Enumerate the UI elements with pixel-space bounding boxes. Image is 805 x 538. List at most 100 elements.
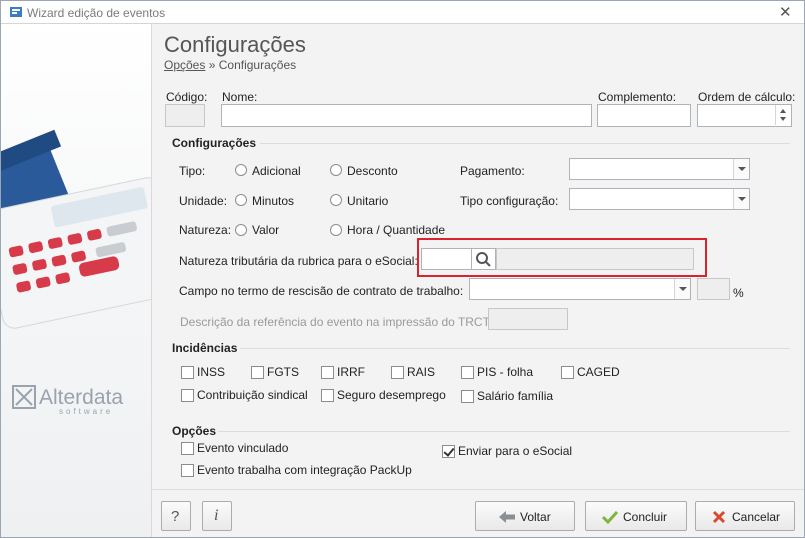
spin-buttons[interactable] — [775, 105, 791, 125]
codigo-field — [165, 104, 205, 127]
section-incidencias: Incidências — [172, 341, 238, 355]
voltar-label: Voltar — [520, 510, 551, 524]
alterdata-logo-icon — [12, 385, 36, 409]
brand-name: Alterdata — [39, 386, 123, 409]
nome-field[interactable] — [221, 104, 592, 127]
arrow-left-icon — [499, 511, 515, 523]
campo-trct-select[interactable] — [469, 278, 691, 300]
divider — [260, 143, 790, 144]
checkbox-pis-folha-label: PIS - folha — [477, 365, 534, 379]
search-button[interactable] — [472, 248, 496, 270]
checkbox-seguro-desemprego-label: Seguro desemprego — [337, 388, 446, 402]
search-icon — [476, 252, 491, 267]
breadcrumb-current: Configurações — [218, 58, 297, 72]
percent-field — [697, 278, 730, 300]
natureza-tributaria-label: Natureza tributária da rubrica para o eS… — [179, 254, 418, 268]
section-configuracoes: Configurações — [172, 136, 257, 150]
cancelar-label: Cancelar — [732, 510, 781, 524]
pagamento-label: Pagamento: — [460, 164, 525, 178]
radio-desconto-label: Desconto — [347, 164, 398, 178]
cancel-icon — [712, 510, 726, 524]
chevron-down-icon[interactable] — [674, 279, 690, 299]
campo-trct-label: Campo no termo de rescisão de contrato d… — [179, 284, 464, 298]
window-title: Wizard edição de eventos — [27, 6, 166, 20]
breadcrumb: Opções » Configurações — [164, 58, 296, 72]
app-icon — [10, 7, 22, 17]
footer-divider — [152, 489, 804, 490]
breadcrumb-sep: » — [208, 58, 216, 72]
divider — [218, 431, 790, 432]
radio-valor[interactable] — [235, 224, 247, 236]
radio-minutos[interactable] — [235, 194, 247, 206]
natureza-label: Natureza: — [179, 223, 232, 237]
checkbox-irrf-label: IRRF — [337, 365, 365, 379]
radio-adicional[interactable] — [235, 164, 247, 176]
info-icon: i — [214, 507, 219, 524]
natureza-tributaria-description — [496, 248, 694, 270]
breadcrumb-link-opcoes[interactable]: Opções — [164, 58, 205, 72]
checkbox-irrf[interactable] — [321, 366, 334, 379]
pagamento-select[interactable] — [569, 158, 750, 180]
checkbox-seguro-desemprego[interactable] — [321, 389, 334, 402]
percent-label: % — [733, 286, 744, 300]
info-button[interactable]: i — [202, 501, 232, 531]
complemento-label: Complemento: — [598, 90, 677, 104]
radio-valor-label: Valor — [252, 223, 280, 237]
checkbox-inss[interactable] — [181, 366, 194, 379]
checkbox-salario-familia[interactable] — [461, 390, 474, 403]
cancelar-button[interactable]: Cancelar — [695, 501, 795, 531]
radio-hora-quantidade[interactable] — [330, 224, 342, 236]
help-icon: ? — [171, 508, 180, 525]
checkbox-salario-familia-label: Salário família — [477, 389, 554, 403]
checkbox-evento-vinculado-label: Evento vinculado — [197, 441, 289, 455]
section-opcoes: Opções — [172, 424, 217, 438]
radio-unitario-label: Unitario — [347, 194, 389, 208]
tipo-configuracao-select[interactable] — [569, 188, 750, 210]
descricao-referencia-label: Descrição da referência do evento na imp… — [180, 315, 492, 329]
unidade-label: Unidade: — [179, 194, 228, 208]
checkbox-rais[interactable] — [391, 366, 404, 379]
ordem-calculo-stepper[interactable] — [697, 104, 792, 127]
concluir-button[interactable]: Concluir — [585, 501, 687, 531]
main-content: Configurações Opções » Configurações Cód… — [152, 24, 804, 537]
help-button[interactable]: ? — [161, 501, 191, 531]
checkbox-contribuicao-sindical[interactable] — [181, 389, 194, 402]
calculator-illustration: Alterdata software — [1, 129, 151, 416]
radio-desconto[interactable] — [330, 164, 342, 176]
radio-hora-quantidade-label: Hora / Quantidade — [347, 223, 446, 237]
concluir-label: Concluir — [623, 510, 668, 524]
divider — [240, 348, 790, 349]
tipo-configuracao-label: Tipo configuração: — [460, 194, 559, 208]
checkbox-inss-label: INSS — [197, 365, 226, 379]
checkbox-integracao-packup[interactable] — [181, 464, 194, 477]
checkbox-pis-folha[interactable] — [461, 366, 474, 379]
side-illustration: Alterdata software — [1, 24, 152, 537]
chevron-down-icon[interactable] — [733, 189, 749, 209]
radio-minutos-label: Minutos — [252, 194, 295, 208]
checkbox-contribuicao-sindical-label: Contribuição sindical — [197, 388, 308, 402]
title-bar: Wizard edição de eventos ✕ — [1, 1, 804, 24]
checkbox-enviar-esocial[interactable] — [442, 445, 455, 458]
page-title: Configurações — [164, 32, 306, 57]
checkbox-rais-label: RAIS — [407, 365, 436, 379]
checkbox-fgts-label: FGTS — [267, 365, 299, 379]
voltar-button[interactable]: Voltar — [475, 501, 575, 531]
checkbox-integracao-packup-label: Evento trabalha com integração PackUp — [197, 463, 412, 477]
checkbox-caged[interactable] — [561, 366, 574, 379]
complemento-field[interactable] — [597, 104, 691, 127]
codigo-label: Código: — [166, 90, 208, 104]
chevron-down-icon[interactable] — [733, 159, 749, 179]
checkbox-caged-label: CAGED — [577, 365, 620, 379]
check-icon — [602, 510, 618, 524]
radio-adicional-label: Adicional — [252, 164, 301, 178]
ordem-calculo-label: Ordem de cálculo: — [698, 90, 796, 104]
tipo-label: Tipo: — [179, 164, 206, 178]
natureza-tributaria-field[interactable] — [421, 248, 472, 270]
descricao-referencia-field — [488, 308, 568, 330]
checkbox-evento-vinculado[interactable] — [181, 442, 194, 455]
radio-unitario[interactable] — [330, 194, 342, 206]
checkbox-enviar-esocial-label: Enviar para o eSocial — [458, 444, 573, 458]
close-icon[interactable]: ✕ — [779, 3, 792, 21]
checkbox-fgts[interactable] — [251, 366, 264, 379]
wizard-window: Wizard edição de eventos ✕ Alterdata sof… — [0, 0, 805, 538]
